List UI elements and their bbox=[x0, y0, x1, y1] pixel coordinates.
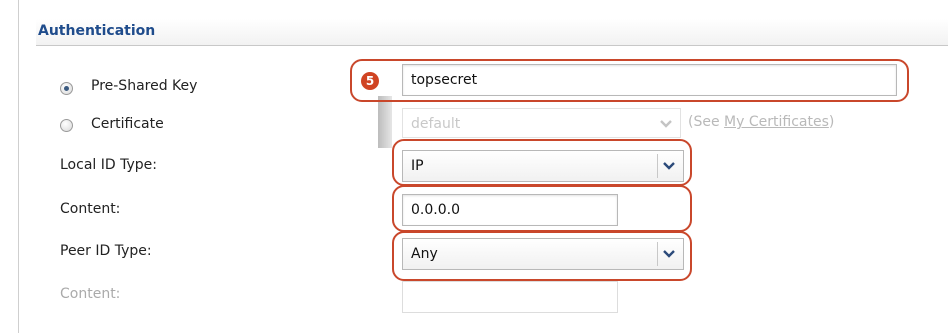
section-title: Authentication bbox=[38, 23, 156, 39]
certificate-select-value: default bbox=[411, 116, 461, 132]
section-header: Authentication bbox=[36, 19, 948, 46]
psk-radio[interactable] bbox=[60, 82, 73, 95]
peer-content-label: Content: bbox=[60, 286, 121, 302]
see-certs-suffix: ) bbox=[828, 114, 835, 130]
my-certificates-link[interactable]: My Certificates bbox=[724, 114, 829, 130]
psk-highlight bbox=[350, 59, 909, 102]
peer-content-input[interactable] bbox=[402, 281, 618, 313]
peer-id-type-highlight bbox=[392, 231, 692, 281]
certificate-select[interactable]: default bbox=[402, 108, 681, 138]
local-content-highlight bbox=[392, 185, 692, 232]
certificate-radio[interactable] bbox=[60, 119, 73, 132]
psk-label: Pre-Shared Key bbox=[91, 78, 198, 94]
see-certs-prefix: (See bbox=[688, 114, 725, 130]
chevron-down-icon bbox=[655, 112, 677, 136]
certificate-label: Certificate bbox=[91, 116, 164, 132]
field-shade-bar bbox=[378, 96, 392, 148]
local-id-type-label: Local ID Type: bbox=[60, 157, 157, 173]
radio-selected-dot bbox=[64, 86, 69, 91]
local-content-label: Content: bbox=[60, 201, 121, 217]
local-id-type-highlight bbox=[392, 139, 692, 186]
callout-badge: 5 bbox=[361, 72, 379, 90]
see-certificates-hint: (See My Certificates) bbox=[688, 114, 834, 130]
peer-id-type-label: Peer ID Type: bbox=[60, 243, 152, 259]
